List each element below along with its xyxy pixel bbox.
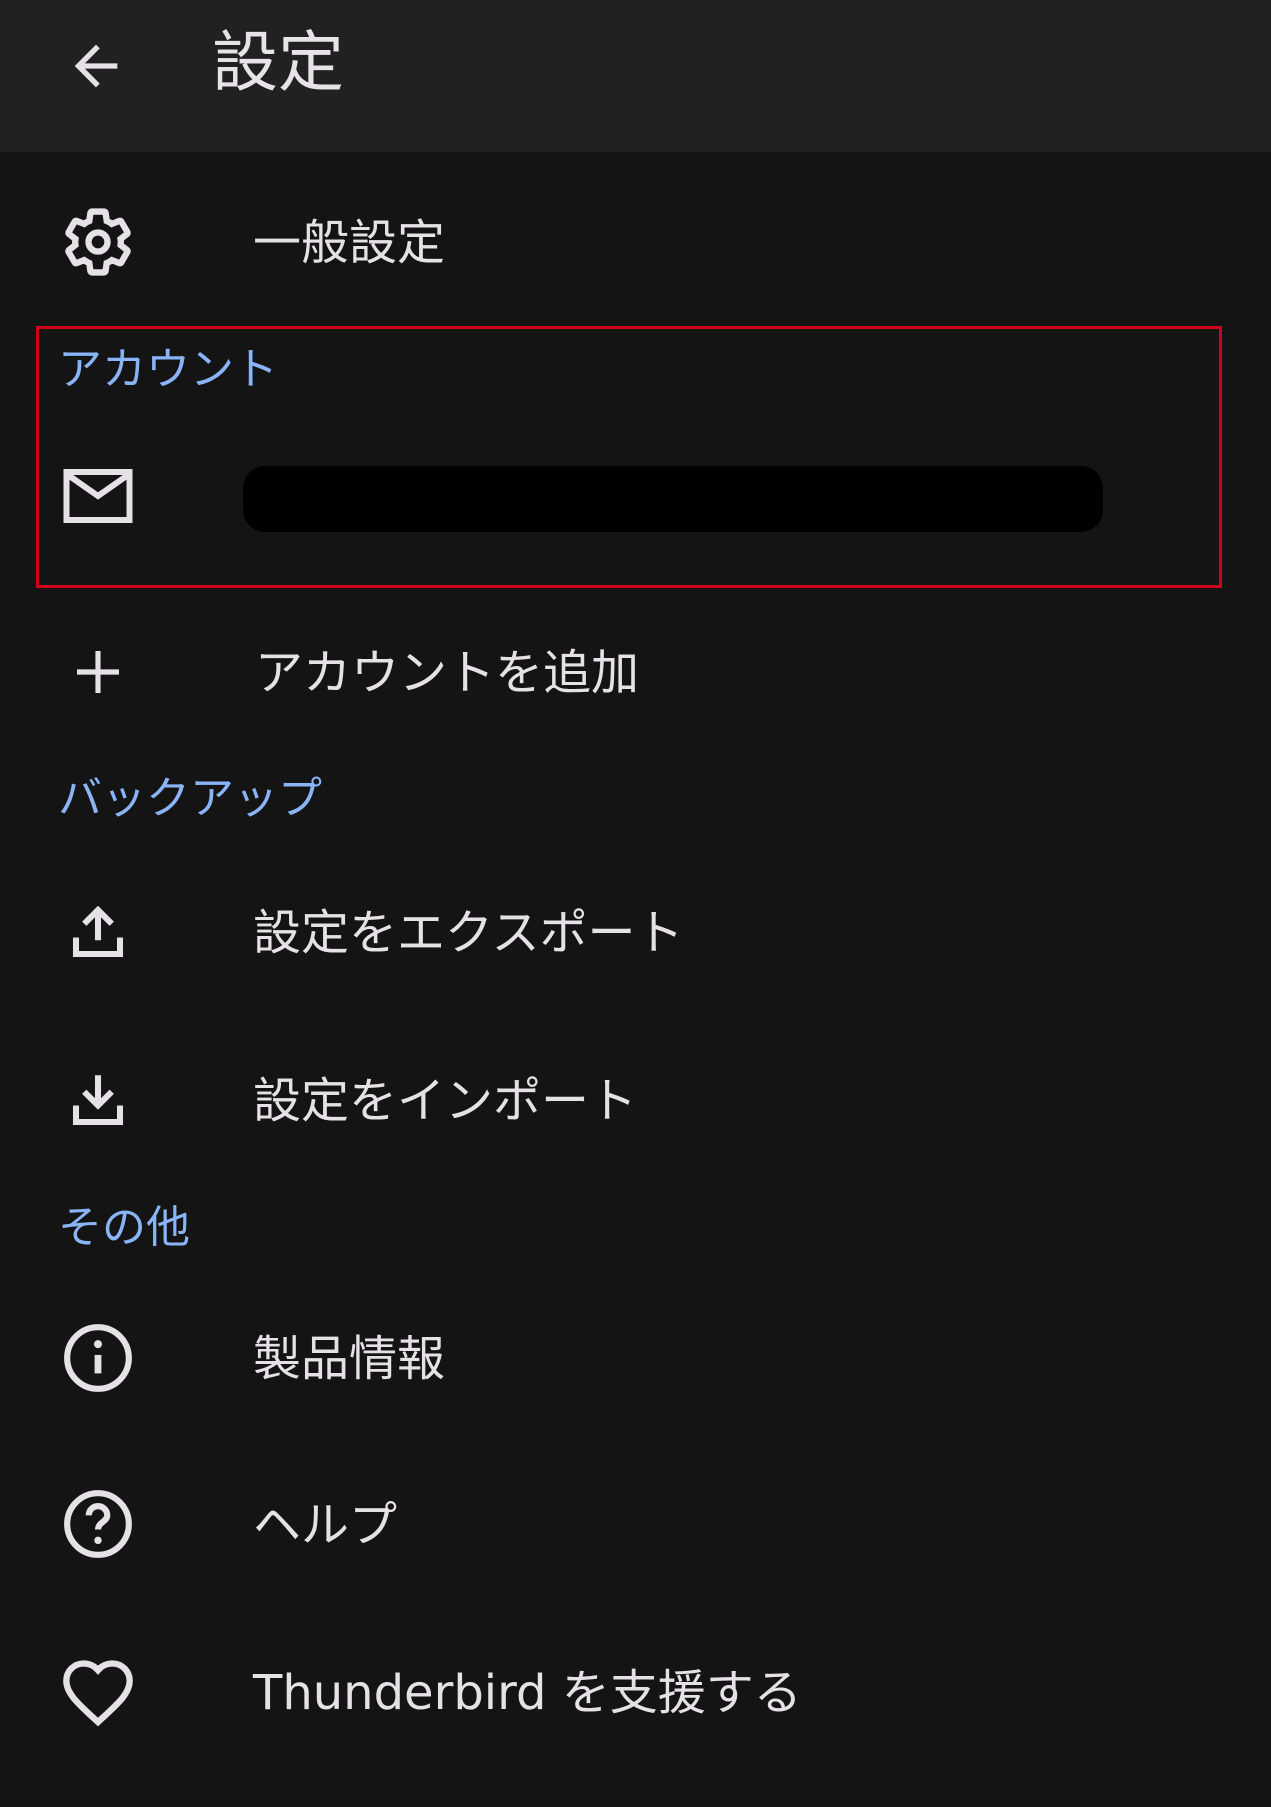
section-header-other: その他 bbox=[58, 1202, 190, 1253]
add-account-item[interactable]: アカウントを追加 bbox=[0, 594, 1271, 744]
add-account-label: アカウントを追加 bbox=[255, 645, 640, 701]
upload-icon bbox=[58, 892, 138, 972]
back-button[interactable] bbox=[52, 22, 140, 110]
section-header-accounts: アカウント bbox=[58, 344, 278, 395]
help-icon bbox=[58, 1484, 138, 1564]
support-thunderbird-label: Thunderbird を支援する bbox=[253, 1665, 802, 1721]
export-settings-item[interactable]: 設定をエクスポート bbox=[0, 854, 1271, 1004]
arrow-back-icon bbox=[64, 34, 128, 98]
general-settings-item[interactable]: 一般設定 bbox=[0, 164, 1271, 314]
gear-icon bbox=[58, 202, 138, 282]
about-label: 製品情報 bbox=[253, 1331, 446, 1387]
about-item[interactable]: 製品情報 bbox=[0, 1280, 1271, 1430]
heart-icon bbox=[58, 1652, 138, 1732]
mail-icon bbox=[58, 456, 138, 536]
import-settings-label: 設定をインポート bbox=[253, 1073, 638, 1129]
page-title: 設定 bbox=[212, 24, 344, 101]
export-settings-label: 設定をエクスポート bbox=[253, 905, 684, 961]
redacted-account-email bbox=[243, 466, 1103, 532]
app-bar: 設定 bbox=[0, 0, 1271, 152]
info-icon bbox=[58, 1318, 138, 1398]
section-header-backup: バックアップ bbox=[58, 773, 322, 824]
plus-icon bbox=[58, 632, 138, 712]
general-settings-label: 一般設定 bbox=[253, 215, 446, 271]
support-thunderbird-item[interactable]: Thunderbird を支援する bbox=[0, 1614, 1271, 1764]
import-settings-item[interactable]: 設定をインポート bbox=[0, 1022, 1271, 1172]
help-label: ヘルプ bbox=[253, 1497, 398, 1553]
download-icon bbox=[58, 1060, 138, 1140]
help-item[interactable]: ヘルプ bbox=[0, 1446, 1271, 1596]
